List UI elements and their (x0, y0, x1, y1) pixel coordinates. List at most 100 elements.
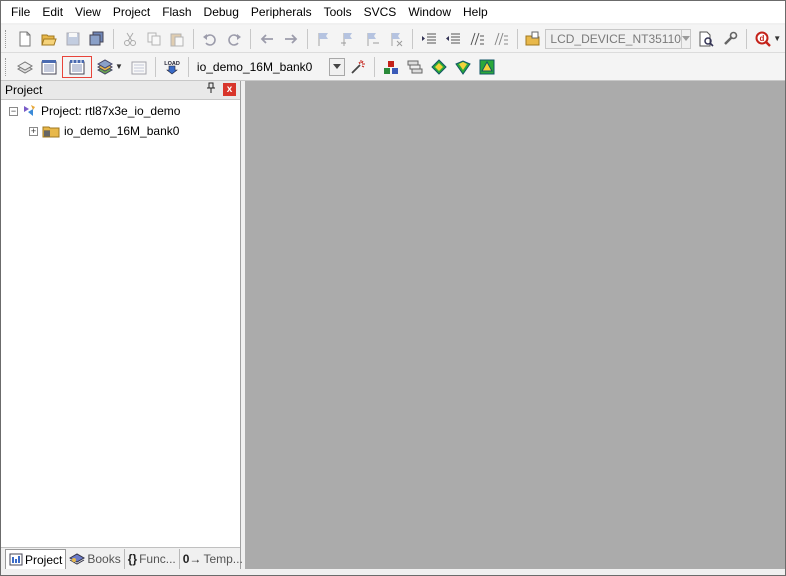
find-in-files-button[interactable] (523, 28, 545, 50)
arrow-left-icon (260, 33, 274, 44)
target-combo-value: io_demo_16M_bank0 (196, 59, 313, 74)
toolbar-grip[interactable] (5, 57, 9, 76)
target-options-button[interactable] (347, 56, 369, 78)
open-file-button[interactable] (38, 28, 60, 50)
toolbar-grip[interactable] (5, 29, 9, 48)
menu-flash[interactable]: Flash (156, 1, 197, 23)
project-tree: − Project: rtl87x3e_io_demo + io_demo_16… (1, 101, 240, 141)
comment-button[interactable] (466, 28, 488, 50)
device-combo-value: LCD_DEVICE_NT35110 (550, 31, 681, 46)
tab-functions[interactable]: {} Func... (125, 549, 180, 569)
save-all-button[interactable] (86, 28, 108, 50)
tab-books-label: Books (87, 552, 121, 566)
navigate-forward-button[interactable] (280, 28, 302, 50)
build-button[interactable] (38, 56, 60, 78)
toolbar-separator (516, 28, 518, 49)
file-toolbar: LCD_DEVICE_NT35110 d ▼ (1, 25, 785, 53)
rebuild-button[interactable] (62, 55, 92, 78)
configure-button[interactable] (719, 28, 741, 50)
project-icon (9, 553, 23, 566)
bookmark-next-icon (367, 32, 379, 46)
toolbar-separator (250, 28, 252, 49)
select-packs-button[interactable] (404, 56, 426, 78)
save-button[interactable] (62, 28, 84, 50)
target-combo[interactable]: io_demo_16M_bank0 (193, 57, 345, 77)
menu-window[interactable]: Window (402, 1, 457, 23)
pack-installer-button[interactable] (452, 56, 474, 78)
chevron-down-icon[interactable]: ▼ (773, 34, 781, 43)
functions-icon: {} (127, 552, 138, 566)
tab-templates-label: Temp... (203, 552, 243, 566)
indent-icon (421, 33, 436, 43)
tab-templates[interactable]: 0→ Temp... (180, 549, 247, 569)
menu-edit[interactable]: Edit (36, 1, 69, 23)
navigate-back-button[interactable] (256, 28, 278, 50)
insert-bookmark-button[interactable] (313, 28, 335, 50)
collapse-icon[interactable]: − (9, 106, 18, 116)
menu-bar: File Edit View Project Flash Debug Perip… (1, 1, 785, 23)
uncomment-button[interactable] (490, 28, 512, 50)
undo-button[interactable] (199, 28, 221, 50)
batch-build-button[interactable] (94, 56, 116, 78)
stop-build-button[interactable] (128, 56, 150, 78)
copy-icon (147, 32, 161, 45)
software-packs-button[interactable] (476, 56, 498, 78)
project-items-icon (383, 60, 398, 74)
device-combo[interactable]: LCD_DEVICE_NT35110 (545, 28, 692, 49)
translate-stack-icon (17, 60, 33, 74)
tab-project-label: Project (25, 552, 63, 567)
load-icon: LOAD (164, 61, 180, 74)
menu-tools[interactable]: Tools (318, 1, 358, 23)
new-file-button[interactable] (14, 28, 36, 50)
debug-session-button[interactable]: d (752, 28, 774, 50)
menu-file[interactable]: File (5, 1, 36, 23)
toolbar-separator (154, 56, 156, 77)
chevron-down-icon[interactable]: ▼ (115, 62, 123, 71)
redo-button[interactable] (223, 28, 245, 50)
translate-button[interactable] (14, 56, 36, 78)
toolbar-separator (373, 56, 375, 77)
panel-tab-bar: Project Books {} Func... 0→ Temp... (1, 547, 247, 569)
menu-view[interactable]: View (69, 1, 107, 23)
incremental-find-button[interactable] (695, 28, 717, 50)
redo-icon (228, 33, 242, 46)
indent-button[interactable] (418, 28, 440, 50)
download-button[interactable]: LOAD (161, 56, 183, 78)
clear-bookmarks-button[interactable] (385, 28, 407, 50)
editor-area[interactable] (245, 81, 785, 569)
project-root-icon (24, 105, 35, 116)
toolbar-separator (411, 28, 413, 49)
paste-icon (170, 33, 184, 46)
tab-project[interactable]: Project (5, 549, 67, 569)
next-bookmark-button[interactable] (361, 28, 383, 50)
manage-project-items-button[interactable] (380, 56, 402, 78)
paste-button[interactable] (167, 28, 189, 50)
tab-books[interactable]: Books (66, 549, 125, 569)
menu-svcs[interactable]: SVCS (358, 1, 403, 23)
expand-icon[interactable]: + (29, 126, 38, 136)
arrow-right-icon (285, 33, 298, 44)
toolbar-separator (307, 28, 309, 49)
copy-button[interactable] (143, 28, 165, 50)
toolbar-separator (112, 28, 114, 49)
bookmark-flag-icon (318, 32, 329, 46)
chevron-down-icon[interactable] (680, 29, 691, 48)
tree-item-project-root[interactable]: − Project: rtl87x3e_io_demo (1, 101, 240, 121)
svg-text:d: d (760, 34, 765, 43)
menu-project[interactable]: Project (107, 1, 156, 23)
project-panel-title: Project (5, 83, 43, 97)
ide-window: File Edit View Project Flash Debug Perip… (0, 0, 786, 576)
menu-debug[interactable]: Debug (198, 1, 245, 23)
cut-button[interactable] (119, 28, 141, 50)
find-in-files-icon (525, 31, 540, 45)
close-icon[interactable]: x (223, 83, 236, 96)
chevron-down-icon[interactable] (328, 57, 345, 76)
menu-peripherals[interactable]: Peripherals (245, 1, 318, 23)
manage-run-time-button[interactable] (428, 56, 450, 78)
tree-item-target[interactable]: + io_demo_16M_bank0 (1, 121, 240, 141)
unindent-button[interactable] (442, 28, 464, 50)
menu-help[interactable]: Help (457, 1, 494, 23)
previous-bookmark-button[interactable] (337, 28, 359, 50)
pin-icon[interactable] (204, 82, 218, 96)
status-bar (1, 569, 785, 575)
